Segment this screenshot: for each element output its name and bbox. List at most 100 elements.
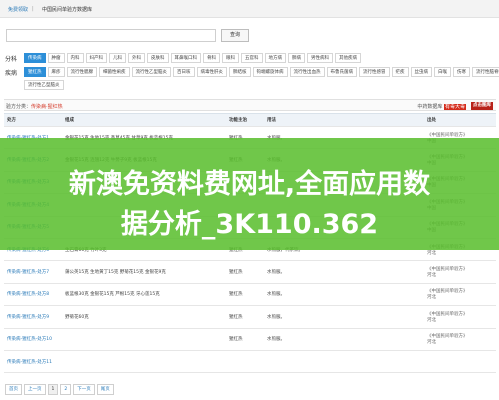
category-tag[interactable]: 内科	[66, 53, 84, 63]
cell-usage	[264, 350, 424, 374]
disease-tag[interactable]: 流行性脑脊髓膜炎	[472, 67, 499, 77]
cell-prescription: 传染病-猩红热-处方11	[4, 350, 62, 374]
cell-composition: 蒲公英15克 生地黄丁15克 野菊花15克 金银花9克	[62, 260, 226, 284]
disease-tag[interactable]: 丝虫病	[410, 67, 432, 77]
disease-tag[interactable]: 百日咳	[173, 67, 195, 77]
breadcrumb-current: 中国民间单验方数据库	[42, 7, 93, 13]
header-function: 功能主治	[226, 113, 264, 127]
db-link[interactable]: 中药数据库 有毒大毒	[417, 103, 466, 110]
table-header-row: 处方 组成 功能主治 用法 出处	[4, 113, 496, 127]
disease-tag[interactable]: 猩红热	[24, 67, 46, 77]
category-tag[interactable]: 皮肤科	[147, 53, 169, 63]
prescription-link[interactable]: 传染病-猩红热-处方10	[7, 336, 59, 342]
pager-button[interactable]: 尾页	[96, 384, 114, 395]
cell-prescription: 传染病-猩红热-处方8	[4, 283, 62, 307]
cell-prescription: 传染病-猩红热-处方10	[4, 328, 62, 351]
cell-usage: 水煎服。	[264, 283, 424, 307]
disease-tag[interactable]: 流行性乙型脑炎	[131, 67, 171, 77]
breadcrumb-separator: |	[32, 6, 34, 12]
cell-function: 猩红热	[226, 283, 264, 307]
cell-function: 猩红热	[226, 328, 264, 351]
cell-composition: 野菊花60克	[62, 305, 226, 329]
promo-banner-overlay: 新澳免资料费网址,全面应用数 据分析_3K110.362	[0, 138, 499, 250]
cell-function	[226, 350, 264, 374]
category-tag[interactable]: 传染病	[24, 53, 46, 63]
banner-line-2: 据分析_3K110.362	[120, 209, 379, 240]
source-region: 河北	[427, 250, 436, 256]
table-row: 传染病-猩红热-处方10 猩红热 水煎服。 《中国民间单验方》 河北	[4, 328, 496, 351]
pagination: 首页 上一页 1 2 下一页 尾页	[5, 384, 114, 395]
cell-source: 《中国民间单验方》河北	[424, 328, 496, 351]
disease-tag[interactable]: 伤寒	[453, 67, 470, 77]
prescription-link[interactable]: 传染病-猩红热-处方8	[7, 291, 59, 297]
disease-tag[interactable]: 肺结核	[229, 67, 251, 77]
disease-tag[interactable]: 病毒性肝炎	[196, 67, 227, 77]
search-button[interactable]: 查询	[221, 29, 249, 42]
cell-composition: 板蓝根30克 金银花15克 芦根15克 牙心莲15克	[62, 283, 226, 307]
disease-tag[interactable]: 流行性乙型脑炎	[24, 80, 64, 90]
disease-tag-row-2: 流行性乙型脑炎	[24, 80, 64, 90]
category-tag[interactable]: 儿科	[109, 53, 126, 63]
cell-source: 《中国民间单验方》河北	[424, 305, 496, 329]
disease-tag[interactable]: 流行性出血热	[289, 67, 325, 77]
disease-tag-row: 猩红热 麻疹 流行性腮腺 细菌性痢疾 流行性乙型脑炎 百日咳 病毒性肝炎 肺结核 钩端螺旋体病流…	[24, 67, 499, 77]
banner-line-1: 新澳免资料费网址,全面应用数	[68, 169, 431, 200]
cell-prescription: 传染病-猩红热-处方7	[4, 260, 62, 284]
cell-usage: 水煎服。	[264, 305, 424, 329]
pager-button[interactable]: 下一页	[73, 384, 95, 395]
header-composition: 组成	[62, 113, 226, 127]
cell-prescription: 传染病-猩红热-处方9	[4, 305, 62, 329]
category-tag[interactable]: 肿瘤	[47, 53, 65, 63]
category-tag[interactable]: 骨科	[203, 53, 220, 63]
pager-button[interactable]: 1	[47, 384, 59, 395]
prescription-link[interactable]: 传染病-猩红热-处方9	[7, 314, 59, 320]
category-tag[interactable]: 其他疾病	[335, 53, 361, 63]
result-summary-bar: 验方分类：传染病·猩红热 中药数据库 有毒大毒 点击图库	[4, 99, 496, 111]
disease-tag[interactable]: 疟疾	[391, 67, 409, 77]
cell-source: 《中国民间单验方》河北	[424, 283, 496, 307]
source-region: 河北	[427, 340, 436, 346]
disease-tag[interactable]: 白喉	[434, 67, 451, 77]
source-region: 河北	[427, 317, 436, 323]
pager-button[interactable]: 2	[60, 384, 72, 395]
table-row: 传染病-猩红热-处方9 野菊花60克 猩红热 水煎服。 《中国民间单验方》 河北	[4, 305, 496, 329]
category-tag[interactable]: 眼科	[222, 53, 239, 63]
disease-tag[interactable]: 布鲁氏菌病	[326, 67, 357, 77]
cell-composition	[62, 350, 226, 374]
category-tag[interactable]: 男性病科	[307, 53, 333, 63]
disease-tag[interactable]: 麻疹	[47, 67, 65, 77]
disease-filter-label: 疾病	[5, 70, 18, 77]
classification-label: 验方分类：传染病·猩红热	[6, 104, 63, 110]
disease-tag[interactable]: 细菌性痢疾	[99, 67, 130, 77]
prescription-link[interactable]: 传染病-猩红热-处方11	[7, 359, 59, 365]
cell-composition	[62, 328, 226, 351]
header-source: 出处	[424, 113, 496, 127]
disease-tag[interactable]: 流行性感冒	[359, 67, 390, 77]
source-region: 河北	[427, 273, 436, 279]
category-tag[interactable]: 地方病	[264, 53, 286, 63]
category-tag[interactable]: 肺病	[288, 53, 305, 63]
search-input[interactable]	[6, 29, 216, 42]
disease-tag[interactable]: 钩端螺旋体病	[252, 67, 288, 77]
disease-tag[interactable]: 流行性腮腺	[66, 67, 97, 77]
prescription-link[interactable]: 传染病-猩红热-处方7	[7, 269, 59, 275]
source-region: 河北	[427, 295, 436, 301]
category-tag[interactable]: 外科	[128, 53, 145, 63]
pager-button[interactable]: 上一页	[24, 384, 46, 395]
header-prescription: 处方	[4, 113, 62, 127]
cell-usage: 水煎服。	[264, 328, 424, 351]
gallery-badge[interactable]: 点击图库	[471, 102, 493, 110]
table-row: 传染病-猩红热-处方7 蒲公英15克 生地黄丁15克 野菊花15克 金银花9克 猩红…	[4, 260, 496, 284]
cell-source	[424, 350, 496, 374]
top-bar: 免费领取 | 中国民间单验方数据库	[0, 0, 499, 18]
pager-button[interactable]: 首页	[5, 384, 22, 395]
category-tag[interactable]: 耳鼻喉口科	[170, 53, 201, 63]
category-tag[interactable]: 妇产科	[85, 53, 107, 63]
cell-source: 《中国民间单验方》河北	[424, 260, 496, 284]
table-row: 传染病-猩红热-处方11	[4, 350, 496, 374]
cell-function: 猩红热	[226, 260, 264, 284]
cell-function: 猩红热	[226, 305, 264, 329]
breadcrumb-home-link[interactable]: 免费领取	[8, 6, 28, 13]
category-tag[interactable]: 五官科	[241, 53, 263, 63]
cell-usage: 水煎服。	[264, 260, 424, 284]
